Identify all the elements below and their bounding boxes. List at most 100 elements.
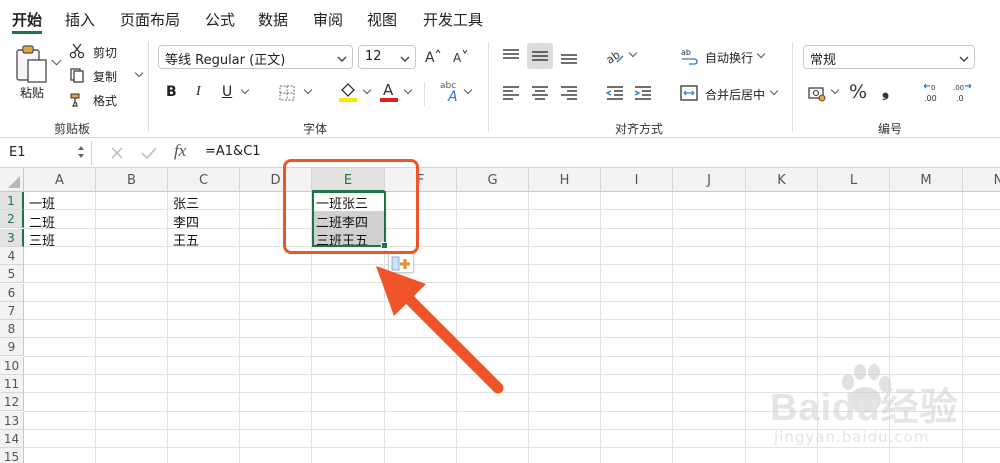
comma-style-button[interactable]: ❟ xyxy=(882,80,889,101)
percent-button[interactable]: % xyxy=(849,81,867,103)
cancel-icon[interactable] xyxy=(108,144,126,162)
scissors-icon[interactable] xyxy=(68,42,86,60)
row-header-11[interactable]: 11 xyxy=(0,375,24,393)
italic-button[interactable]: I xyxy=(196,84,201,100)
cell-A3[interactable]: 三班 xyxy=(26,229,55,249)
row-header-3[interactable]: 3 xyxy=(0,228,24,247)
column-header-h[interactable]: H xyxy=(529,168,601,192)
tab-review[interactable]: 审阅 xyxy=(313,9,343,30)
row-header-12[interactable]: 12 xyxy=(0,393,24,412)
tab-insert[interactable]: 插入 xyxy=(65,9,95,30)
wrap-text-icon[interactable]: ab xyxy=(678,45,700,67)
fill-color-dropdown-chevron-icon[interactable] xyxy=(362,85,372,95)
increase-decimal-icon[interactable]: 0.00 xyxy=(921,81,945,105)
enter-check-icon[interactable] xyxy=(140,144,158,162)
decrease-indent-icon[interactable] xyxy=(604,83,626,103)
column-header-g[interactable]: G xyxy=(457,168,529,192)
paste-icon[interactable] xyxy=(14,44,50,84)
underline-dropdown-chevron-icon[interactable] xyxy=(240,85,250,95)
cell-C1[interactable]: 张三 xyxy=(170,192,199,212)
column-header-c[interactable]: C xyxy=(168,168,240,192)
merge-dropdown-chevron-icon[interactable] xyxy=(769,86,779,96)
row-header-7[interactable]: 7 xyxy=(0,301,24,320)
column-header-k[interactable]: K xyxy=(746,168,818,192)
currency-dropdown-chevron-icon[interactable] xyxy=(830,85,840,95)
column-header-m[interactable]: M xyxy=(890,168,963,192)
decrease-font-size-icon[interactable]: A xyxy=(452,46,470,66)
name-box[interactable]: E1 xyxy=(0,141,92,165)
column-header-a[interactable]: A xyxy=(24,168,96,192)
formula-input[interactable]: =A1&C1 xyxy=(205,144,261,159)
column-header-n[interactable]: N xyxy=(963,168,1000,192)
column-header-j[interactable]: J xyxy=(673,168,746,192)
row-header-8[interactable]: 8 xyxy=(0,320,24,339)
row-header-9[interactable]: 9 xyxy=(0,338,24,357)
row-header-14[interactable]: 14 xyxy=(0,429,24,448)
align-right-icon[interactable] xyxy=(558,83,580,103)
tab-view[interactable]: 视图 xyxy=(367,9,397,30)
increase-indent-icon[interactable] xyxy=(632,83,654,103)
row-header-10[interactable]: 10 xyxy=(0,356,24,375)
underline-button[interactable]: U xyxy=(222,84,232,100)
gridline-horizontal xyxy=(24,282,1000,283)
merge-center-label[interactable]: 合并后居中 xyxy=(705,86,765,103)
currency-format-icon[interactable] xyxy=(806,83,828,103)
tab-formulas[interactable]: 公式 xyxy=(205,9,235,30)
number-format-select[interactable]: 常规 xyxy=(803,45,975,69)
borders-dropdown-chevron-icon[interactable] xyxy=(303,85,313,95)
column-header-b[interactable]: B xyxy=(96,168,168,192)
font-name-select[interactable]: 等线 Regular (正文) xyxy=(158,45,353,69)
cell-A1[interactable]: 一班 xyxy=(26,192,55,212)
font-color-dropdown-chevron-icon[interactable] xyxy=(403,85,413,95)
orientation-dropdown-chevron-icon[interactable] xyxy=(628,48,638,58)
tab-developer[interactable]: 开发工具 xyxy=(423,9,483,30)
copy-dropdown-chevron-icon[interactable] xyxy=(134,68,144,78)
insert-function-fx-icon[interactable]: fx xyxy=(174,141,186,161)
phonetic-icon[interactable]: A xyxy=(448,89,458,105)
align-bottom-icon[interactable] xyxy=(558,46,580,66)
column-header-l[interactable]: L xyxy=(818,168,890,192)
format-painter-label[interactable]: 格式 xyxy=(93,92,117,109)
tab-data[interactable]: 数据 xyxy=(258,9,288,30)
align-top-icon[interactable] xyxy=(500,46,522,66)
paste-dropdown-chevron-icon[interactable] xyxy=(51,55,62,66)
cut-label[interactable]: 剪切 xyxy=(93,44,117,61)
font-size-select[interactable]: 12 xyxy=(358,45,416,69)
align-center-icon[interactable] xyxy=(529,83,551,103)
row-header-13[interactable]: 13 xyxy=(0,411,24,430)
phonetic-dropdown-chevron-icon[interactable] xyxy=(463,85,473,95)
row-header-1[interactable]: 1 xyxy=(0,192,24,210)
row-header-6[interactable]: 6 xyxy=(0,283,24,302)
format-painter-icon[interactable] xyxy=(68,90,88,108)
tab-home[interactable]: 开始 xyxy=(12,9,42,30)
align-middle-icon[interactable] xyxy=(527,43,553,69)
align-left-icon[interactable] xyxy=(500,83,522,103)
row-header-4[interactable]: 4 xyxy=(0,246,24,265)
copy-icon[interactable] xyxy=(68,66,86,84)
select-all-corner[interactable] xyxy=(0,168,24,192)
column-header-i[interactable]: I xyxy=(601,168,673,192)
paste-label[interactable]: 粘贴 xyxy=(20,84,44,101)
cell-A2[interactable]: 二班 xyxy=(26,211,55,231)
wrap-text-label[interactable]: 自动换行 xyxy=(705,49,753,66)
borders-icon[interactable] xyxy=(277,83,297,103)
copy-label[interactable]: 复制 xyxy=(93,68,117,85)
bold-button[interactable]: B xyxy=(166,84,177,100)
cell-C3[interactable]: 王五 xyxy=(170,229,199,249)
wrap-text-dropdown-chevron-icon[interactable] xyxy=(756,49,766,59)
decrease-decimal-icon[interactable]: .00.0 xyxy=(950,81,974,105)
row-header-2[interactable]: 2 xyxy=(0,210,24,229)
tab-page-layout[interactable]: 页面布局 xyxy=(120,9,180,30)
worksheet-grid[interactable]: ABCDEFGHIJKLMN 12345678910111213141516 一… xyxy=(0,159,1000,463)
row-header-15[interactable]: 15 xyxy=(0,448,24,463)
cell-C2[interactable]: 李四 xyxy=(170,211,199,231)
row-header-5[interactable]: 5 xyxy=(0,265,24,284)
group-divider xyxy=(792,42,793,132)
font-color-icon[interactable]: A xyxy=(379,81,399,103)
fill-color-icon[interactable] xyxy=(338,81,358,103)
divider xyxy=(424,82,425,106)
text-orientation-icon[interactable]: ab xyxy=(604,46,626,66)
name-box-stepper-icon[interactable] xyxy=(77,143,85,165)
increase-font-size-icon[interactable]: A xyxy=(424,46,442,66)
merge-center-icon[interactable] xyxy=(678,82,700,104)
